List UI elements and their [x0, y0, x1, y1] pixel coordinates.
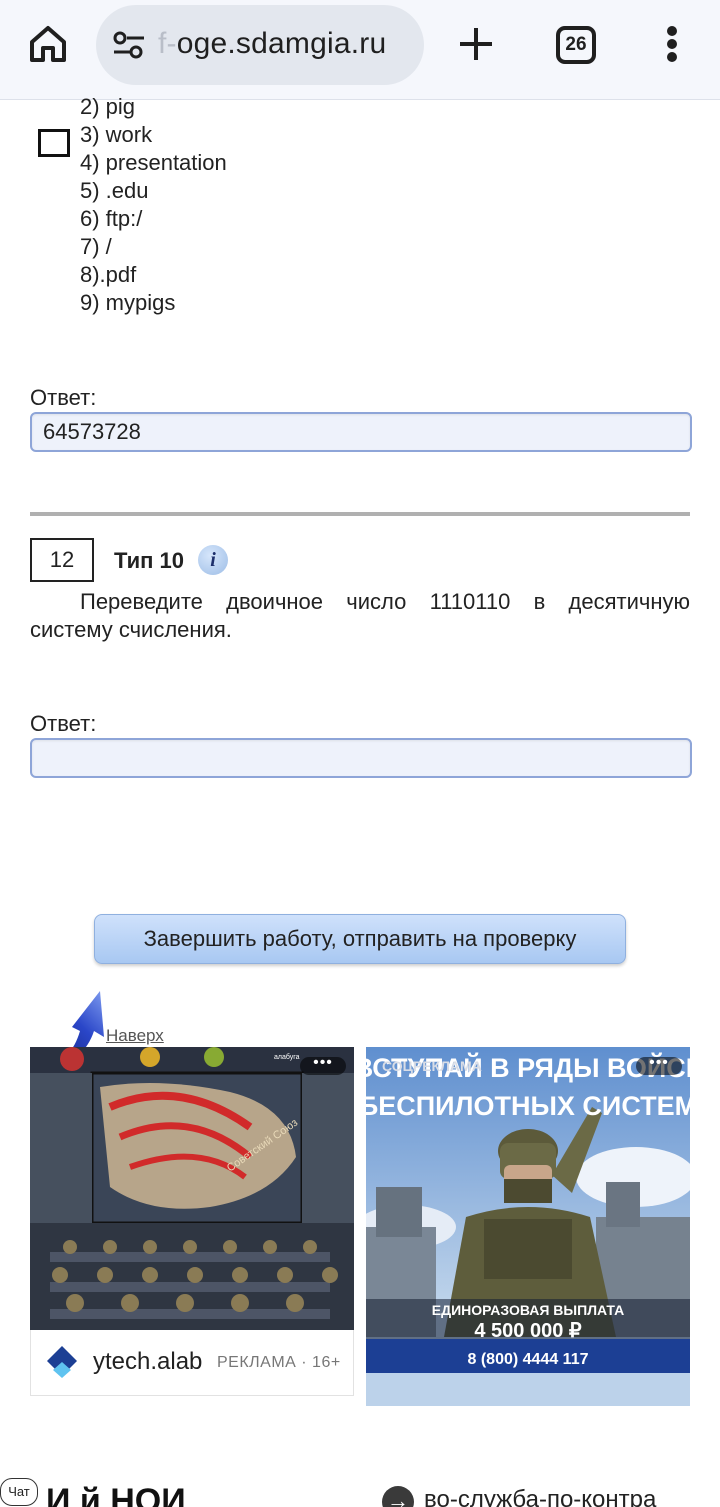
task-divider [30, 512, 690, 516]
chat-button[interactable]: Чат [0, 1478, 38, 1506]
ad-right-footer[interactable]: → во-служба-по-контра [366, 1472, 690, 1507]
ad-badge: СОЦРЕКЛАМА [382, 1058, 482, 1074]
address-bar[interactable]: f-oge.sdamgia.ru [96, 5, 424, 85]
answer-label: Ответ: [30, 385, 97, 410]
task-number: 12 [30, 538, 94, 582]
option-item: 4) presentation [80, 150, 227, 175]
answer-input-task-11[interactable]: 64573728 [30, 412, 692, 452]
option-item: 5) .edu [80, 178, 149, 203]
option-item: 3) work [80, 122, 153, 147]
site-settings-icon[interactable] [112, 29, 146, 61]
ad-payment-amount: 4 500 000 ₽ [474, 1320, 582, 1342]
ad-right[interactable]: ВСТУПАЙ В РЯДЫ ВОЙСК БЕСПИЛОТНЫХ СИСТЕМ … [366, 1047, 690, 1406]
ad-options-button[interactable]: ••• [300, 1055, 346, 1075]
more-menu-icon[interactable] [656, 22, 688, 66]
task-type: Тип 10 [114, 548, 184, 573]
ad-logo-text: алабуга [274, 1053, 300, 1061]
arrow-right-icon[interactable]: → [382, 1486, 414, 1507]
ad-label: РЕКЛАМА · 16+ [211, 1354, 341, 1372]
option-item: 8).pdf [80, 262, 137, 287]
image-placeholder-checkbox [38, 129, 70, 157]
tab-switcher-button[interactable]: 26 [556, 26, 596, 64]
home-icon[interactable] [26, 22, 70, 66]
ad-headline: И й НОИ [46, 1482, 186, 1507]
url-text: f-oge.sdamgia.ru [158, 27, 387, 60]
answer-label: Ответ: [30, 711, 97, 736]
info-icon[interactable]: i [198, 545, 228, 575]
browser-toolbar: f-oge.sdamgia.ru 26 [0, 0, 720, 100]
option-item: 2) pig [80, 94, 136, 119]
new-tab-icon[interactable] [456, 22, 496, 66]
ad-phone: 8 (800) 4444 117 [468, 1351, 589, 1368]
option-item: 9) mypigs [80, 290, 176, 315]
option-item: 6) ftp:/ [80, 206, 143, 231]
ad-brand-icon [47, 1346, 77, 1378]
ad-options-button[interactable]: ••• [636, 1055, 682, 1075]
ad-title-line2: БЕСПИЛОТНЫХ СИСТЕМ [366, 1091, 690, 1121]
ad-payment-label: ЕДИНОРАЗОВАЯ ВЫПЛАТА [432, 1302, 624, 1318]
ad-domain: ytech.alab [93, 1348, 203, 1375]
back-to-top-link[interactable]: Наверх [106, 1026, 164, 1046]
answer-input-task-12[interactable] [30, 738, 692, 778]
option-item: 7) / [80, 234, 112, 259]
option-list: 2) pig 3) work 4) presentation 5) .edu 6… [80, 93, 227, 317]
ad-left-footer[interactable]: ytech.alab РЕКЛАМА · 16+ [30, 1330, 354, 1396]
ad-domain: во-служба-по-контра [424, 1486, 657, 1507]
task-text: Переведите двоичное число 1110110 в деся… [30, 589, 690, 642]
submit-button[interactable]: Завершить работу, отправить на проверку [94, 914, 626, 964]
